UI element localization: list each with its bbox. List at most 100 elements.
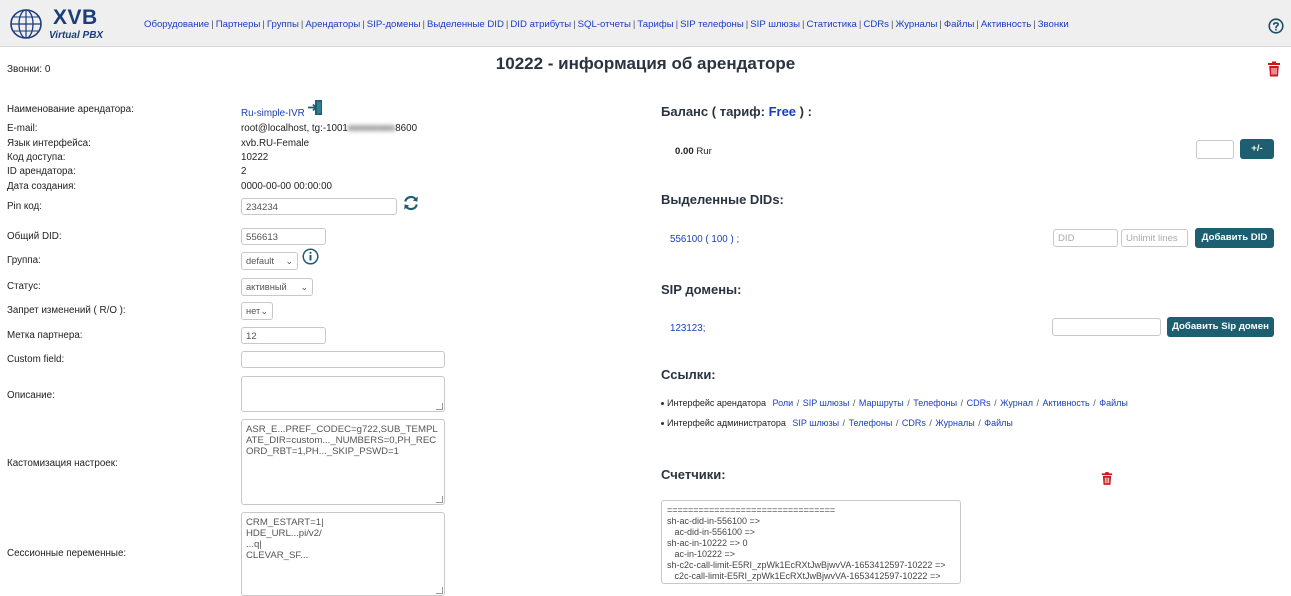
interface-link[interactable]: Активность <box>1042 398 1089 408</box>
interface-link[interactable]: Телефоны <box>849 418 893 428</box>
session-vars-textarea[interactable]: CRM_ESTART=1| HDE_URL...pi/v2/ ...q| CLE… <box>241 512 445 596</box>
add-sip-domain-button[interactable]: Добавить Sip домен <box>1167 317 1274 337</box>
nav-item[interactable]: Журналы <box>895 19 937 30</box>
interface-link[interactable]: SIP шлюзы <box>792 418 839 428</box>
links-title: Ссылки: <box>661 367 716 382</box>
created-label: Дата создания: <box>7 181 76 192</box>
nav-item[interactable]: Группы <box>267 19 299 30</box>
nav-item[interactable]: Активность <box>981 19 1031 30</box>
did-lines-input[interactable]: Unlimit lines <box>1121 229 1188 247</box>
nav-item[interactable]: CDRs <box>863 19 889 30</box>
nav-item[interactable]: SQL-отчеты <box>578 19 631 30</box>
nav-item[interactable]: Оборудование <box>144 19 209 30</box>
interface-link[interactable]: Журнал <box>1000 398 1033 408</box>
tenant-name-link[interactable]: Ru-simple-IVR <box>241 108 305 119</box>
resize-grip-icon[interactable] <box>436 496 443 503</box>
xvb-logo[interactable]: XVB Virtual PBX <box>9 6 149 42</box>
balance-title-suffix: ) : <box>800 104 812 119</box>
pin-label: Pin код: <box>7 201 42 212</box>
link-separator: / <box>793 398 803 408</box>
status-select[interactable]: активный ⌄ <box>241 278 313 296</box>
partner-tag-input[interactable]: 12 <box>241 327 326 344</box>
counters-textarea[interactable]: ================================ sh-ac-d… <box>661 500 961 584</box>
link-separator: / <box>926 418 936 428</box>
interface-link[interactable]: CDRs <box>902 418 926 428</box>
link-separator: / <box>839 418 849 428</box>
access-code-value: 10222 <box>241 152 268 163</box>
lang-value: xvb.RU-Female <box>241 138 309 149</box>
nav-item[interactable]: Тарифы <box>637 19 673 30</box>
sip-domain-link[interactable]: 123123; <box>670 323 705 334</box>
session-vars-label: Сессионные переменные: <box>7 548 126 559</box>
customization-textarea[interactable]: ASR_E...PREF_CODEC=g722,SUB_TEMPLATE_DIR… <box>241 419 445 505</box>
lang-label: Язык интерфейса: <box>7 138 91 149</box>
email-visible-text: root@localhost, tg:-1001 <box>241 123 348 134</box>
interface-link[interactable]: Журналы <box>935 418 974 428</box>
group-label: Группа: <box>7 255 41 266</box>
did-list-link[interactable]: 556100 ( 100 ) ; <box>670 234 739 245</box>
links-row-label: Интерфейс арендатора <box>667 398 766 408</box>
brand-subtitle: Virtual PBX <box>49 30 103 41</box>
interface-link[interactable]: Роли <box>773 398 794 408</box>
page-title: 10222 - информация об арендаторе <box>0 54 1291 74</box>
globe-icon <box>9 8 43 40</box>
counters-text: ================================ sh-ac-d… <box>667 505 950 584</box>
partner-tag-label: Метка партнера: <box>7 330 83 341</box>
custom-field-input[interactable] <box>241 351 445 368</box>
nav-item[interactable]: SIP-домены <box>367 19 421 30</box>
chevron-down-icon: ⌄ <box>300 282 308 293</box>
nav-item[interactable]: SIP шлюзы <box>750 19 800 30</box>
delete-tenant-trash-icon[interactable] <box>1267 61 1281 77</box>
login-as-tenant-icon[interactable] <box>307 99 324 116</box>
link-separator: / <box>991 398 1001 408</box>
common-did-input[interactable]: 556613 <box>241 228 326 245</box>
resize-grip-icon[interactable] <box>436 587 443 594</box>
balance-adjust-button[interactable]: +/- <box>1240 139 1274 159</box>
counters-title: Счетчики: <box>661 467 726 482</box>
balance-adjust-input[interactable] <box>1196 140 1234 159</box>
link-separator: / <box>1090 398 1100 408</box>
link-separator: / <box>849 398 859 408</box>
nav-item[interactable]: Файлы <box>944 19 974 30</box>
custom-field-label: Custom field: <box>7 354 64 365</box>
balance-title: Баланс ( тариф: Free ) : <box>661 104 812 119</box>
nav-item[interactable]: Звонки <box>1038 19 1069 30</box>
description-textarea[interactable] <box>241 376 445 412</box>
help-icon[interactable] <box>1268 18 1284 34</box>
created-value: 0000-00-00 00:00:00 <box>241 181 332 192</box>
nav-item[interactable]: Статистика <box>807 19 857 30</box>
interface-link[interactable]: SIP шлюзы <box>803 398 850 408</box>
sip-domain-input[interactable] <box>1052 318 1161 336</box>
pin-input[interactable]: 234234 <box>241 198 397 215</box>
interface-link[interactable]: Маршруты <box>859 398 904 408</box>
did-input[interactable]: DID <box>1053 229 1118 247</box>
bullet-icon <box>661 402 664 405</box>
add-did-button[interactable]: Добавить DID <box>1195 228 1274 248</box>
readonly-select[interactable]: нет⌄ <box>241 302 273 320</box>
nav-item[interactable]: DID атрибуты <box>510 19 571 30</box>
nav-item[interactable]: Выделенные DID <box>427 19 504 30</box>
readonly-label: Запрет изменений ( R/O ): <box>7 305 126 316</box>
nav-item[interactable]: SIP телефоны <box>680 19 744 30</box>
info-icon[interactable] <box>302 248 319 265</box>
status-label: Статус: <box>7 281 41 292</box>
sip-domains-title: SIP домены: <box>661 282 741 297</box>
interface-link[interactable]: Телефоны <box>913 398 957 408</box>
group-select[interactable]: default⌄ <box>241 252 298 270</box>
interface-link[interactable]: Файлы <box>984 418 1013 428</box>
nav-item[interactable]: Партнеры <box>216 19 261 30</box>
main-nav: Оборудование|Партнеры|Группы|Арендаторы|… <box>144 19 1069 30</box>
interface-link[interactable]: Файлы <box>1099 398 1128 408</box>
nav-item[interactable]: Арендаторы <box>305 19 360 30</box>
links-row-label: Интерфейс администратора <box>667 418 786 428</box>
balance-amount: 0.00 Rur <box>675 146 712 157</box>
resize-grip-icon[interactable] <box>436 403 443 410</box>
status-select-value: активный <box>246 282 287 292</box>
balance-title-prefix: Баланс ( тариф: <box>661 104 765 119</box>
customization-label: Кастомизация настроек: <box>7 458 118 469</box>
interface-link[interactable]: CDRs <box>967 398 991 408</box>
tenant-id-label: ID арендатора: <box>7 166 76 177</box>
refresh-pin-icon[interactable] <box>402 194 420 212</box>
chevron-down-icon: ⌄ <box>285 256 293 267</box>
delete-counters-trash-icon[interactable] <box>1101 471 1113 486</box>
